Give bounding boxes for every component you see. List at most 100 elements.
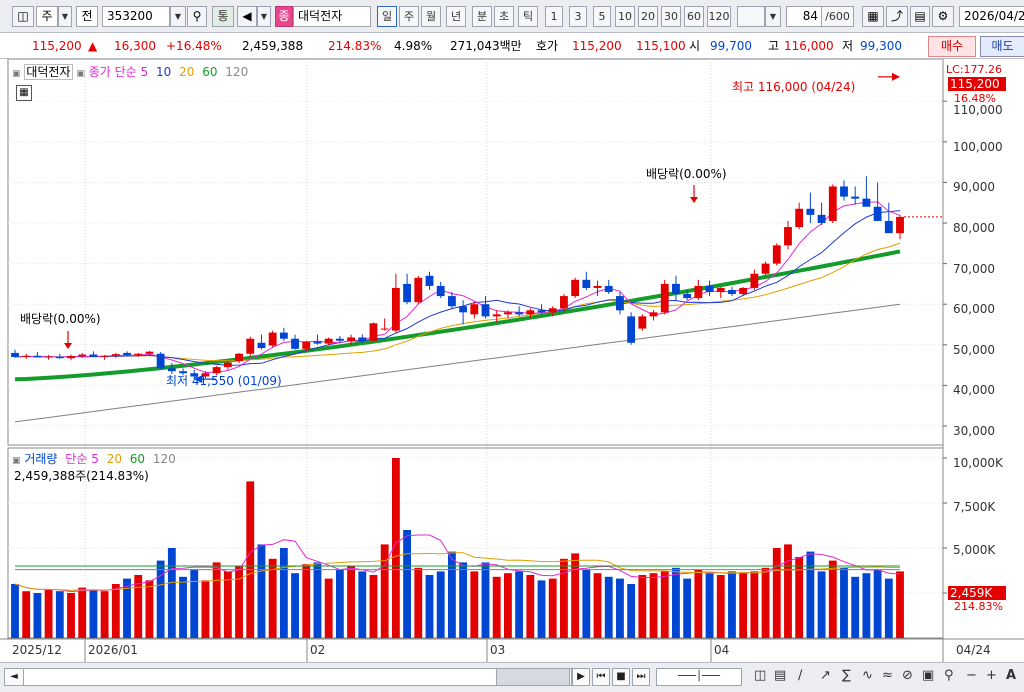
legend-square-icon-2: ▣ bbox=[76, 69, 85, 79]
settings-icon[interactable]: ⚙ bbox=[932, 6, 954, 27]
candle-body bbox=[828, 186, 837, 221]
candle-body bbox=[728, 289, 736, 295]
chart-menu-icon[interactable]: ◫ bbox=[12, 6, 34, 27]
interval-3[interactable]: 3 bbox=[569, 6, 587, 27]
market-dropdown-icon[interactable]: ▼ bbox=[58, 6, 72, 27]
wave-icon[interactable]: ∿ bbox=[862, 667, 873, 685]
interval-10[interactable]: 10 bbox=[615, 6, 635, 27]
volume-bar bbox=[694, 569, 703, 638]
ma60-legend: 60 bbox=[202, 65, 218, 79]
period-tick-tab[interactable]: 틱 bbox=[518, 6, 538, 27]
stock-name-field[interactable]: 대덕전자 bbox=[293, 6, 371, 27]
volume-bar bbox=[470, 571, 479, 638]
overlay-chart-icon[interactable]: ▤ bbox=[774, 667, 786, 685]
legend-square-icon: ▣ bbox=[12, 69, 21, 79]
overlay-icon[interactable]: ⤴ bbox=[886, 6, 908, 27]
scroll-thumb[interactable] bbox=[496, 668, 570, 686]
vol-ma20-legend: 20 bbox=[106, 452, 122, 466]
volume-bar bbox=[447, 551, 456, 638]
board-tab[interactable]: 전 bbox=[76, 6, 98, 27]
interval-5[interactable]: 5 bbox=[593, 6, 611, 27]
scroll-right-button[interactable]: ▶ bbox=[572, 668, 590, 686]
ma20-legend: 20 bbox=[179, 65, 195, 79]
x-axis-label: 02 bbox=[310, 643, 326, 657]
volume-bar bbox=[884, 578, 893, 638]
volume-bar bbox=[560, 558, 568, 638]
candle-body bbox=[548, 308, 557, 313]
erase-icon[interactable]: ⊘ bbox=[902, 667, 913, 685]
candle-body bbox=[481, 304, 490, 317]
zoom-icon[interactable]: ⚲ bbox=[944, 667, 954, 685]
period-second-tab[interactable]: 초 bbox=[494, 6, 514, 27]
market-tab[interactable]: 주 bbox=[36, 6, 58, 27]
auto-scale-icon[interactable]: A bbox=[1006, 667, 1016, 685]
interval-dropdown-icon[interactable]: ▼ bbox=[765, 6, 781, 27]
candle-body bbox=[67, 356, 75, 359]
code-dropdown-icon[interactable]: ▼ bbox=[170, 6, 186, 27]
volume-bar bbox=[145, 580, 154, 638]
pattern-icon[interactable]: ≈ bbox=[882, 667, 893, 685]
zoom-in-icon[interactable]: + bbox=[986, 667, 997, 685]
candle-body bbox=[324, 338, 333, 344]
candle-body bbox=[279, 332, 288, 339]
bar-count-input[interactable]: 84 bbox=[786, 6, 822, 27]
x-axis-label: 04 bbox=[714, 643, 730, 657]
interval-30[interactable]: 30 bbox=[661, 6, 681, 27]
grid-toggle-icon[interactable]: ▦ bbox=[16, 85, 32, 101]
speaker-icon[interactable]: ◀ bbox=[237, 6, 257, 27]
volume-legend-label: 거래량 bbox=[24, 452, 58, 466]
save-icon[interactable]: ▤ bbox=[910, 6, 930, 27]
candle-body bbox=[705, 285, 714, 293]
period-minute-tab[interactable]: 분 bbox=[472, 6, 492, 27]
period-month-tab[interactable]: 월 bbox=[421, 6, 441, 27]
fibonacci-icon[interactable]: ∑ bbox=[842, 667, 851, 685]
candle-body bbox=[447, 296, 456, 307]
period-day-tab[interactable]: 일 bbox=[377, 6, 397, 27]
zoom-out-icon[interactable]: − bbox=[966, 667, 977, 685]
volume-bar bbox=[840, 567, 848, 638]
candle-body bbox=[212, 367, 221, 374]
high-label: 고 bbox=[768, 39, 780, 53]
candle-body bbox=[55, 356, 64, 359]
compare-icon[interactable]: ◫ bbox=[754, 667, 766, 685]
scroll-left-button[interactable]: ◄ bbox=[4, 668, 24, 686]
current-price: 115,200 bbox=[32, 39, 82, 53]
interval-custom-input[interactable] bbox=[737, 6, 765, 27]
candle-body bbox=[761, 263, 770, 274]
zoom-slider[interactable]: ───│─── bbox=[656, 668, 742, 686]
period-week-tab[interactable]: 주 bbox=[399, 6, 419, 27]
indicator-icon[interactable]: ▦ bbox=[862, 6, 884, 27]
candle-body bbox=[89, 354, 98, 357]
next-page-button[interactable]: ⏭ bbox=[632, 668, 650, 686]
interval-1[interactable]: 1 bbox=[545, 6, 563, 27]
bid-label: 호가 bbox=[536, 39, 559, 53]
buy-button[interactable]: 매수 bbox=[928, 36, 976, 57]
candle-body bbox=[123, 352, 131, 355]
prev-page-button[interactable]: ⏮ bbox=[592, 668, 610, 686]
candle-body bbox=[503, 312, 512, 315]
search-icon[interactable]: ⚲ bbox=[187, 6, 207, 27]
stock-code-input[interactable]: 353200 bbox=[102, 6, 170, 27]
interval-120[interactable]: 120 bbox=[707, 6, 731, 27]
date-input[interactable]: 2026/04/24 bbox=[959, 6, 1024, 27]
draw-line-icon[interactable]: ∕ bbox=[798, 667, 802, 685]
candle-body bbox=[11, 352, 19, 357]
stock-chart-svg[interactable] bbox=[0, 59, 1024, 662]
type-button[interactable]: 통 bbox=[212, 6, 234, 27]
trend-icon[interactable]: ↗ bbox=[820, 667, 831, 685]
chart-area: ▣ 대덕전자 ▣ 종가 단순 5 10 20 60 120 ▦ 최고 116,0… bbox=[0, 59, 1024, 662]
scroll-track[interactable] bbox=[24, 668, 572, 686]
volume-bar bbox=[78, 587, 87, 638]
volume-bar bbox=[896, 571, 904, 638]
stop-button[interactable]: ■ bbox=[612, 668, 630, 686]
interval-60[interactable]: 60 bbox=[684, 6, 704, 27]
interval-20[interactable]: 20 bbox=[638, 6, 658, 27]
period-year-tab[interactable]: 년 bbox=[446, 6, 466, 27]
ma10-legend: 10 bbox=[155, 65, 172, 79]
sell-button[interactable]: 매도 bbox=[980, 36, 1024, 57]
speaker-dropdown-icon[interactable]: ▼ bbox=[257, 6, 271, 27]
candle-body bbox=[235, 353, 243, 362]
volume-bar bbox=[111, 584, 120, 638]
capture-icon[interactable]: ▣ bbox=[922, 667, 934, 685]
volume-bar bbox=[403, 530, 412, 638]
